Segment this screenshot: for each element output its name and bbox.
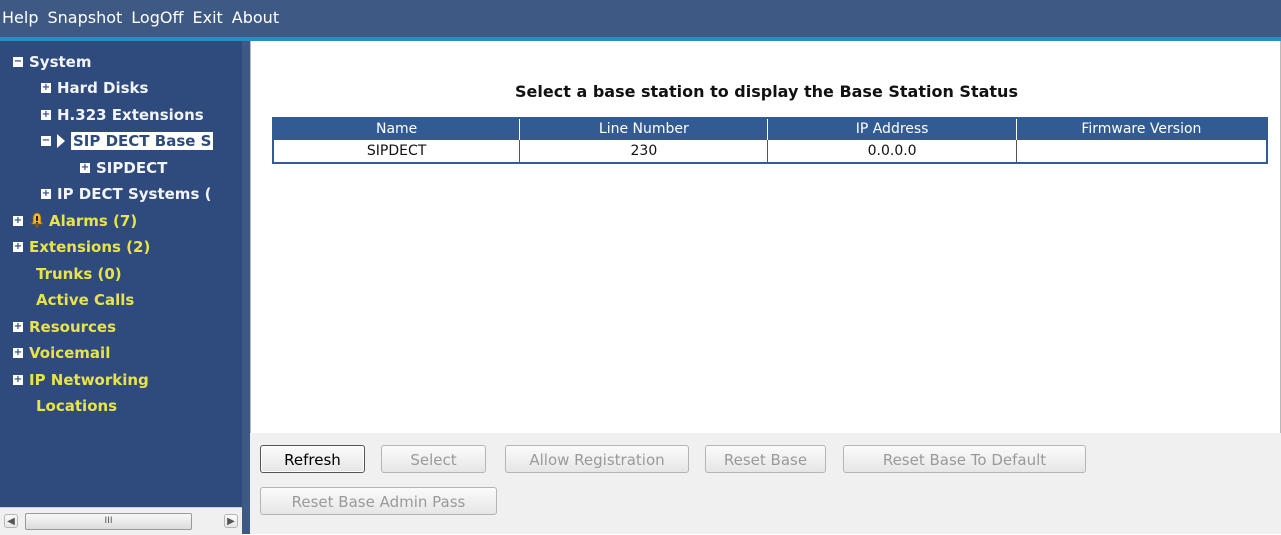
expand-icon[interactable]: + [41, 82, 51, 93]
tree-item-h323-extensions[interactable]: + H.323 Extensions [41, 102, 204, 128]
sidebar-horizontal-scrollbar[interactable]: ◀ III ▶ [0, 507, 242, 535]
select-button[interactable]: Select [381, 445, 486, 473]
menu-bar: Help Snapshot LogOff Exit About [0, 0, 1281, 41]
tree-item-ip-networking[interactable]: + IP Networking [13, 367, 149, 393]
sidebar: − System + Hard Disks + H.323 Extensions − S… [0, 41, 242, 507]
expand-icon[interactable]: + [41, 188, 51, 199]
tree-item-sip-dect-base[interactable]: − SIP DECT Base S [41, 128, 214, 154]
scroll-left-icon[interactable]: ◀ [4, 514, 18, 528]
expand-icon[interactable]: + [13, 347, 23, 358]
main-content: Select a base station to display the Bas… [250, 41, 1281, 534]
button-bar: Refresh Select Allow Registration Reset … [250, 433, 1281, 534]
tree-item-system[interactable]: − System [13, 49, 91, 75]
reset-base-button[interactable]: Reset Base [705, 445, 826, 473]
reset-base-admin-pass-button[interactable]: Reset Base Admin Pass [260, 487, 497, 515]
refresh-button[interactable]: Refresh [260, 445, 365, 473]
tree-item-active-calls[interactable]: Active Calls [36, 287, 134, 313]
cell-line-number[interactable]: 230 [519, 139, 769, 164]
reset-base-to-default-button[interactable]: Reset Base To Default [843, 445, 1086, 473]
tree-item-locations[interactable]: Locations [36, 393, 117, 419]
tree-item-hard-disks[interactable]: + Hard Disks [41, 75, 148, 101]
expand-icon[interactable]: + [13, 321, 23, 332]
menu-exit[interactable]: Exit [192, 8, 222, 27]
table-row[interactable]: SIPDECT 230 0.0.0.0 [272, 139, 1268, 164]
allow-registration-button[interactable]: Allow Registration [505, 445, 689, 473]
column-header-firmware-version[interactable]: Firmware Version [1016, 118, 1267, 140]
table-header-row: Name Line Number IP Address Firmware Ver… [273, 118, 1267, 140]
expand-icon[interactable]: + [80, 162, 90, 173]
column-header-line-number[interactable]: Line Number [519, 118, 769, 140]
base-station-table: Name Line Number IP Address Firmware Ver… [272, 117, 1268, 164]
panel-title: Select a base station to display the Bas… [515, 82, 1018, 101]
column-header-name[interactable]: Name [273, 118, 521, 140]
column-header-ip-address[interactable]: IP Address [767, 118, 1017, 140]
menu-logoff[interactable]: LogOff [131, 8, 183, 27]
tree-item-resources[interactable]: + Resources [13, 314, 116, 340]
menu-snapshot[interactable]: Snapshot [47, 8, 122, 27]
status-panel: Select a base station to display the Bas… [250, 41, 1281, 434]
expand-icon[interactable]: + [13, 374, 23, 385]
scroll-right-icon[interactable]: ▶ [224, 514, 238, 528]
tree-item-alarms[interactable]: + Alarms (7) [13, 208, 137, 234]
cell-ip-address[interactable]: 0.0.0.0 [767, 139, 1017, 164]
menu: Help Snapshot LogOff Exit About [2, 8, 288, 27]
scroll-thumb[interactable]: III [25, 513, 192, 530]
tree-item-ip-dect-systems[interactable]: + IP DECT Systems ( [41, 181, 211, 207]
cell-firmware-version[interactable] [1015, 139, 1268, 164]
selected-arrow-icon [57, 133, 65, 148]
collapse-icon[interactable]: − [13, 56, 23, 67]
menu-help[interactable]: Help [2, 8, 38, 27]
menu-about[interactable]: About [232, 8, 279, 27]
expand-icon[interactable]: + [13, 241, 23, 252]
expand-icon[interactable]: + [41, 109, 51, 120]
expand-icon[interactable]: + [13, 215, 23, 226]
tree-item-extensions[interactable]: + Extensions (2) [13, 234, 150, 260]
alarm-bell-icon [30, 212, 44, 228]
collapse-icon[interactable]: − [41, 135, 51, 146]
tree-item-voicemail[interactable]: + Voicemail [13, 340, 110, 366]
tree-item-sipdect[interactable]: + SIPDECT [80, 155, 167, 181]
tree-item-trunks[interactable]: Trunks (0) [36, 261, 122, 287]
cell-name[interactable]: SIPDECT [272, 139, 521, 164]
pane-splitter[interactable] [242, 41, 250, 534]
